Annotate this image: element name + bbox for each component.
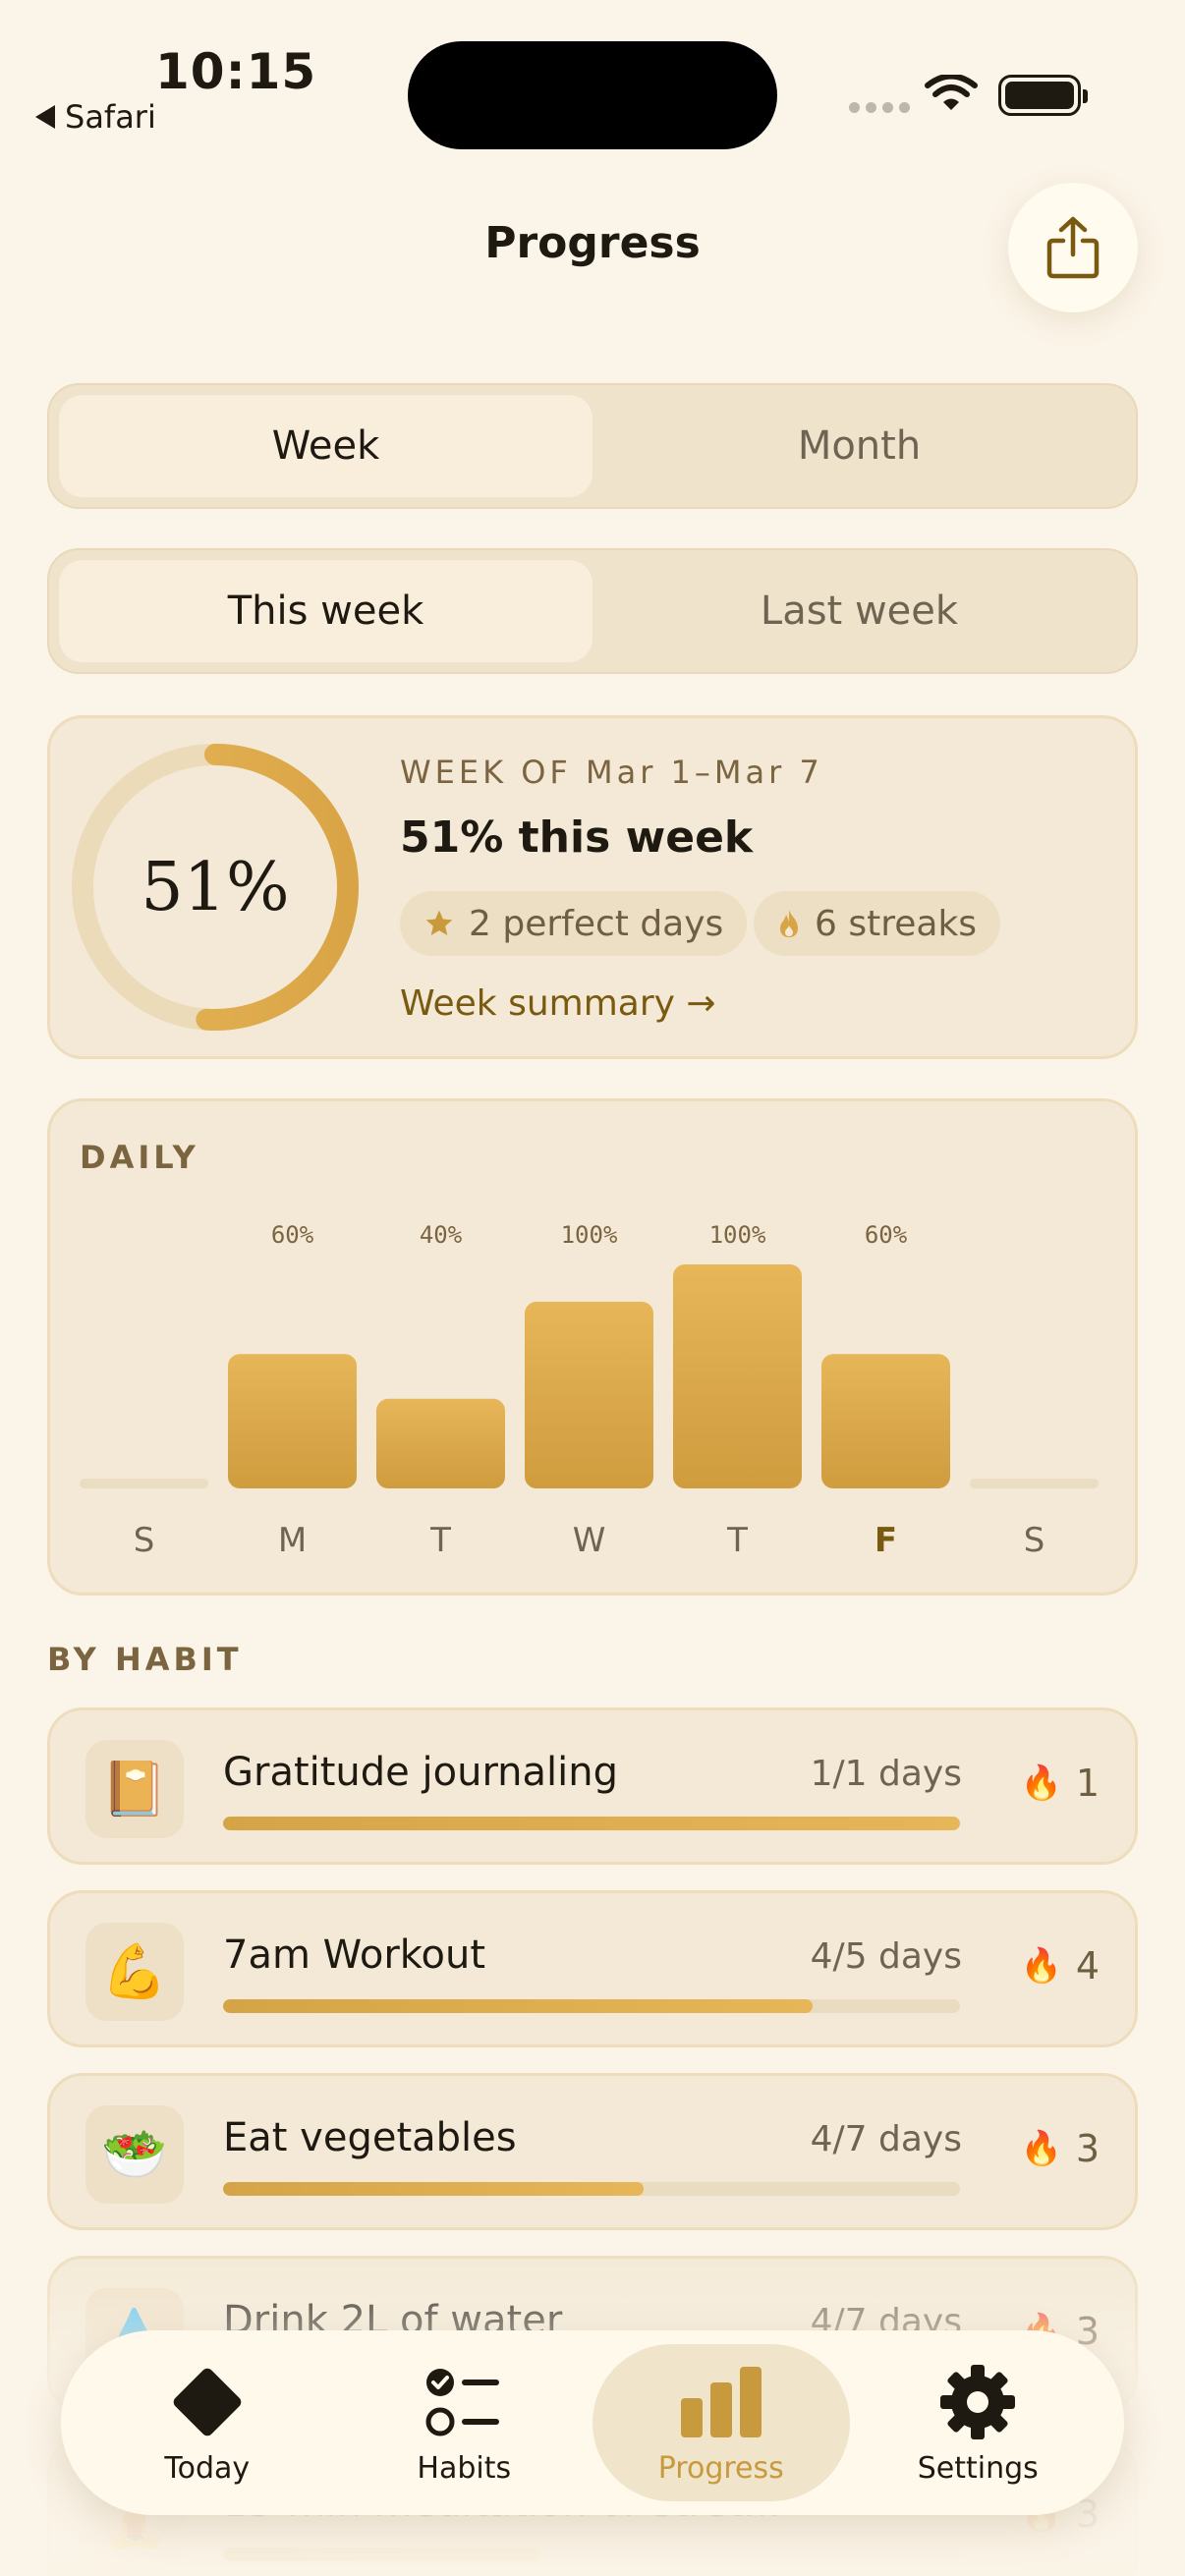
bar-chart-icon xyxy=(680,2366,762,2437)
daily-bar-empty xyxy=(80,1479,208,1488)
daily-day-label: T xyxy=(726,1521,748,1560)
status-time: 10:15 xyxy=(155,43,317,100)
battery-icon xyxy=(998,75,1088,116)
flame-icon xyxy=(780,910,798,937)
habit-progress-fill xyxy=(223,2182,644,2196)
habit-name: Eat vegetables xyxy=(223,2115,517,2160)
tab-this-week[interactable]: This week xyxy=(59,560,592,662)
week-range-label: WEEK OF Mar 1–Mar 7 xyxy=(400,754,823,791)
habit-progress-track xyxy=(223,1817,960,1830)
tab-habits-label: Habits xyxy=(417,2450,512,2486)
back-to-safari[interactable]: Safari xyxy=(35,98,156,136)
tab-today-label: Today xyxy=(164,2450,251,2486)
tab-settings-label: Settings xyxy=(917,2450,1039,2486)
wifi-icon xyxy=(925,75,978,110)
habit-emoji: 📔 xyxy=(85,1740,184,1838)
week-summary-link[interactable]: Week summary → xyxy=(400,983,716,1024)
habit-streak: 🔥 1 xyxy=(1020,1762,1100,1805)
daily-bar-value-label: 40% xyxy=(420,1221,463,1249)
by-habit-section-label: BY HABIT xyxy=(47,1641,243,1678)
habit-row[interactable]: 🥗 Eat vegetables 4/7 days 🔥 3 xyxy=(47,2073,1138,2230)
habit-emoji: 🥗 xyxy=(85,2105,184,2204)
daily-chart-card: DAILY S 60% M 40% T 100% W 100% T 60% F S xyxy=(47,1098,1138,1596)
checklist-icon xyxy=(425,2368,500,2436)
fire-icon: 🔥 xyxy=(1020,2129,1062,2168)
week-summary-card: 51% WEEK OF Mar 1–Mar 7 51% this week 2 … xyxy=(47,715,1138,1059)
daily-bar-value-label: 60% xyxy=(865,1221,908,1249)
star-icon xyxy=(425,910,453,935)
habit-progress-track xyxy=(223,2182,960,2196)
habit-name: Gratitude journaling xyxy=(223,1750,619,1795)
habit-days: 1/1 days xyxy=(810,1754,962,1794)
streaks-badge: 6 streaks xyxy=(754,891,1001,956)
ring-percentage: 51% xyxy=(141,848,290,926)
habit-days: 4/5 days xyxy=(810,1936,962,1977)
daily-bar xyxy=(525,1302,653,1488)
habit-name: 7am Workout xyxy=(223,1932,486,1978)
daily-bar-empty xyxy=(970,1479,1099,1488)
gear-icon xyxy=(940,2364,1016,2439)
habit-streak-count: 4 xyxy=(1075,1944,1100,1988)
daily-day-label: M xyxy=(278,1521,307,1560)
daily-day-label: S xyxy=(1024,1521,1045,1560)
habit-days: 4/7 days xyxy=(810,2119,962,2159)
habit-row[interactable]: 💪 7am Workout 4/5 days 🔥 4 xyxy=(47,1890,1138,2047)
habit-progress-track xyxy=(223,1999,960,2013)
daily-bar-value-label: 100% xyxy=(709,1221,766,1249)
streaks-label: 6 streaks xyxy=(815,903,978,944)
fire-icon: 🔥 xyxy=(1020,1946,1062,1986)
daily-bar xyxy=(228,1354,357,1488)
share-icon xyxy=(1046,216,1100,279)
perfect-days-label: 2 perfect days xyxy=(469,903,724,944)
dynamic-island xyxy=(408,41,777,149)
habit-progress-fill xyxy=(223,1999,813,2013)
tab-month[interactable]: Month xyxy=(592,395,1126,497)
back-label: Safari xyxy=(65,98,156,136)
tab-today[interactable]: Today xyxy=(79,2344,336,2501)
tab-settings[interactable]: Settings xyxy=(850,2344,1107,2501)
habit-streak: 🔥 4 xyxy=(1020,1944,1100,1988)
daily-day-label: S xyxy=(134,1521,155,1560)
week-headline: 51% this week xyxy=(400,812,754,863)
daily-bar xyxy=(673,1264,802,1488)
daily-bar-chart: S 60% M 40% T 100% W 100% T 60% F S xyxy=(80,1221,1099,1560)
habit-streak-count: 3 xyxy=(1075,2127,1100,2170)
tab-last-week[interactable]: Last week xyxy=(592,560,1126,662)
daily-bar-value-label: 60% xyxy=(271,1221,314,1249)
tab-progress[interactable]: Progress xyxy=(592,2344,850,2501)
back-triangle-icon xyxy=(35,105,55,129)
share-button[interactable] xyxy=(1008,183,1138,312)
tab-bar: Today Habits Progress Settings xyxy=(61,2330,1124,2515)
diamond-icon xyxy=(173,2368,242,2436)
habit-streak: 🔥3 xyxy=(1020,2127,1100,2170)
cellular-signal-icon xyxy=(849,102,910,113)
daily-day-label: F xyxy=(875,1521,897,1560)
daily-bar-value-label: 100% xyxy=(561,1221,618,1249)
habit-row[interactable]: 📔 Gratitude journaling 1/1 days 🔥 1 xyxy=(47,1708,1138,1865)
habit-emoji: 💪 xyxy=(85,1923,184,2021)
tab-progress-label: Progress xyxy=(657,2450,784,2486)
tab-habits[interactable]: Habits xyxy=(336,2344,593,2501)
daily-bar xyxy=(821,1354,950,1488)
daily-day-label: T xyxy=(429,1521,451,1560)
fire-icon: 🔥 xyxy=(1020,1764,1062,1803)
tab-week[interactable]: Week xyxy=(59,395,592,497)
habit-streak-count: 1 xyxy=(1075,1762,1100,1805)
range-segmented-control: Week Month xyxy=(47,383,1138,509)
perfect-days-badge: 2 perfect days xyxy=(400,891,748,956)
daily-day-label: W xyxy=(573,1521,606,1560)
daily-bar xyxy=(376,1398,505,1488)
habit-progress-fill xyxy=(223,1817,960,1830)
week-segmented-control: This week Last week xyxy=(47,548,1138,674)
